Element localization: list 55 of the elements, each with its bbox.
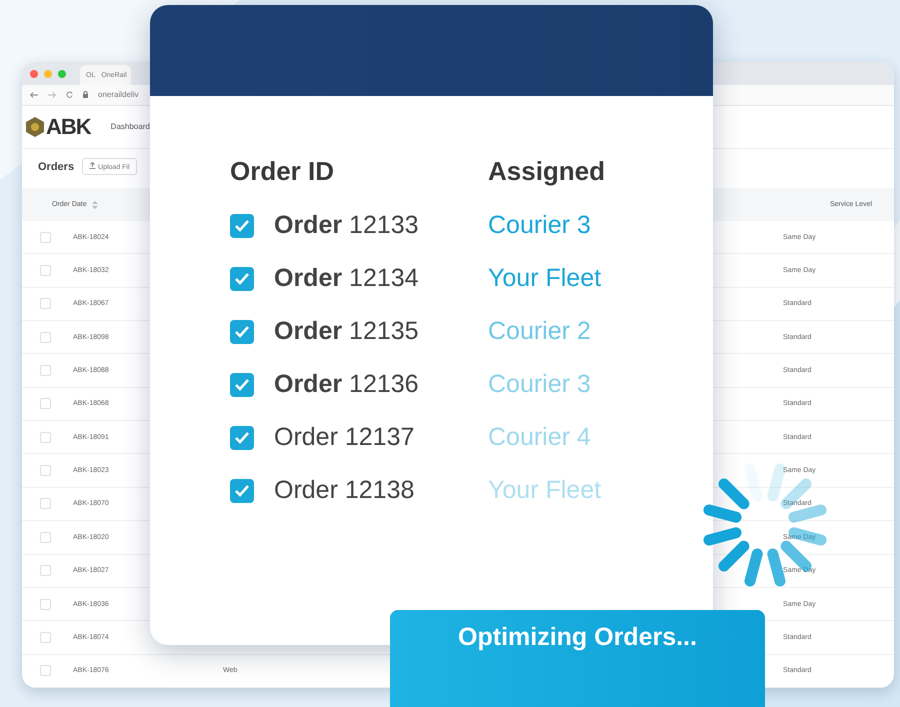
order-label: Order 12133	[274, 211, 419, 240]
row-checkbox[interactable]	[40, 465, 51, 476]
order-label: Order 12138	[274, 476, 414, 505]
row-checkbox[interactable]	[40, 498, 51, 510]
status-button[interactable]: Optimizing Orders...	[390, 610, 765, 707]
check-icon	[234, 378, 250, 392]
hexagon-logo-icon	[26, 116, 44, 137]
checkbox[interactable]	[230, 320, 254, 344]
row-checkbox[interactable]	[40, 265, 51, 276]
order-label: Order 12136	[274, 370, 419, 399]
checkbox[interactable]	[230, 478, 254, 502]
order-label: Order 12135	[274, 317, 419, 346]
row-checkbox[interactable]	[40, 432, 51, 443]
assigned-courier: Courier 4	[488, 423, 592, 452]
assigned-courier: Courier 2	[488, 317, 592, 346]
reload-icon[interactable]	[66, 91, 73, 98]
column-header: Order ID	[230, 156, 336, 187]
padlock-icon	[83, 91, 88, 98]
upload-icon	[89, 162, 96, 170]
row-checkbox[interactable]	[40, 332, 51, 343]
logo-text: ABK	[46, 114, 91, 140]
row-checkbox[interactable]	[40, 598, 51, 610]
order-label: Order 12134	[274, 264, 419, 293]
assigned-courier: Courier 3	[488, 211, 592, 240]
row-checkbox[interactable]	[40, 398, 51, 410]
assigned-courier: Your Fleet	[488, 264, 602, 293]
checkbox[interactable]	[230, 214, 254, 238]
checkbox[interactable]	[230, 266, 254, 290]
address-field[interactable]: oneraildeliv	[98, 90, 138, 100]
nav-link[interactable]: Dashboard	[110, 122, 150, 132]
assigned-courier: Your Fleet	[488, 476, 602, 505]
column-header: Assigned	[488, 156, 606, 187]
row-checkbox[interactable]	[40, 365, 51, 376]
zoom-dot-icon[interactable]	[58, 70, 66, 78]
row-checkbox[interactable]	[40, 565, 51, 576]
row-checkbox[interactable]	[40, 298, 51, 310]
assigned-courier: Courier 3	[488, 370, 592, 399]
page-title: Orders	[38, 160, 74, 173]
back-arrow-icon[interactable]	[30, 92, 38, 98]
close-dot-icon[interactable]	[30, 70, 38, 78]
row-checkbox[interactable]	[40, 532, 51, 543]
row-checkbox[interactable]	[40, 232, 51, 243]
row-checkbox[interactable]	[40, 632, 51, 643]
row-checkbox[interactable]	[40, 665, 51, 676]
checkbox[interactable]	[230, 426, 254, 450]
check-icon	[234, 430, 250, 444]
checkbox[interactable]	[230, 372, 254, 396]
check-icon	[234, 484, 250, 498]
order-label: Order 12137	[274, 423, 414, 452]
forward-arrow-icon[interactable]	[48, 92, 56, 98]
check-icon	[234, 272, 250, 286]
sort-icon[interactable]	[92, 200, 98, 209]
check-icon	[234, 324, 250, 338]
minimize-dot-icon[interactable]	[44, 70, 52, 78]
check-icon	[234, 218, 250, 232]
